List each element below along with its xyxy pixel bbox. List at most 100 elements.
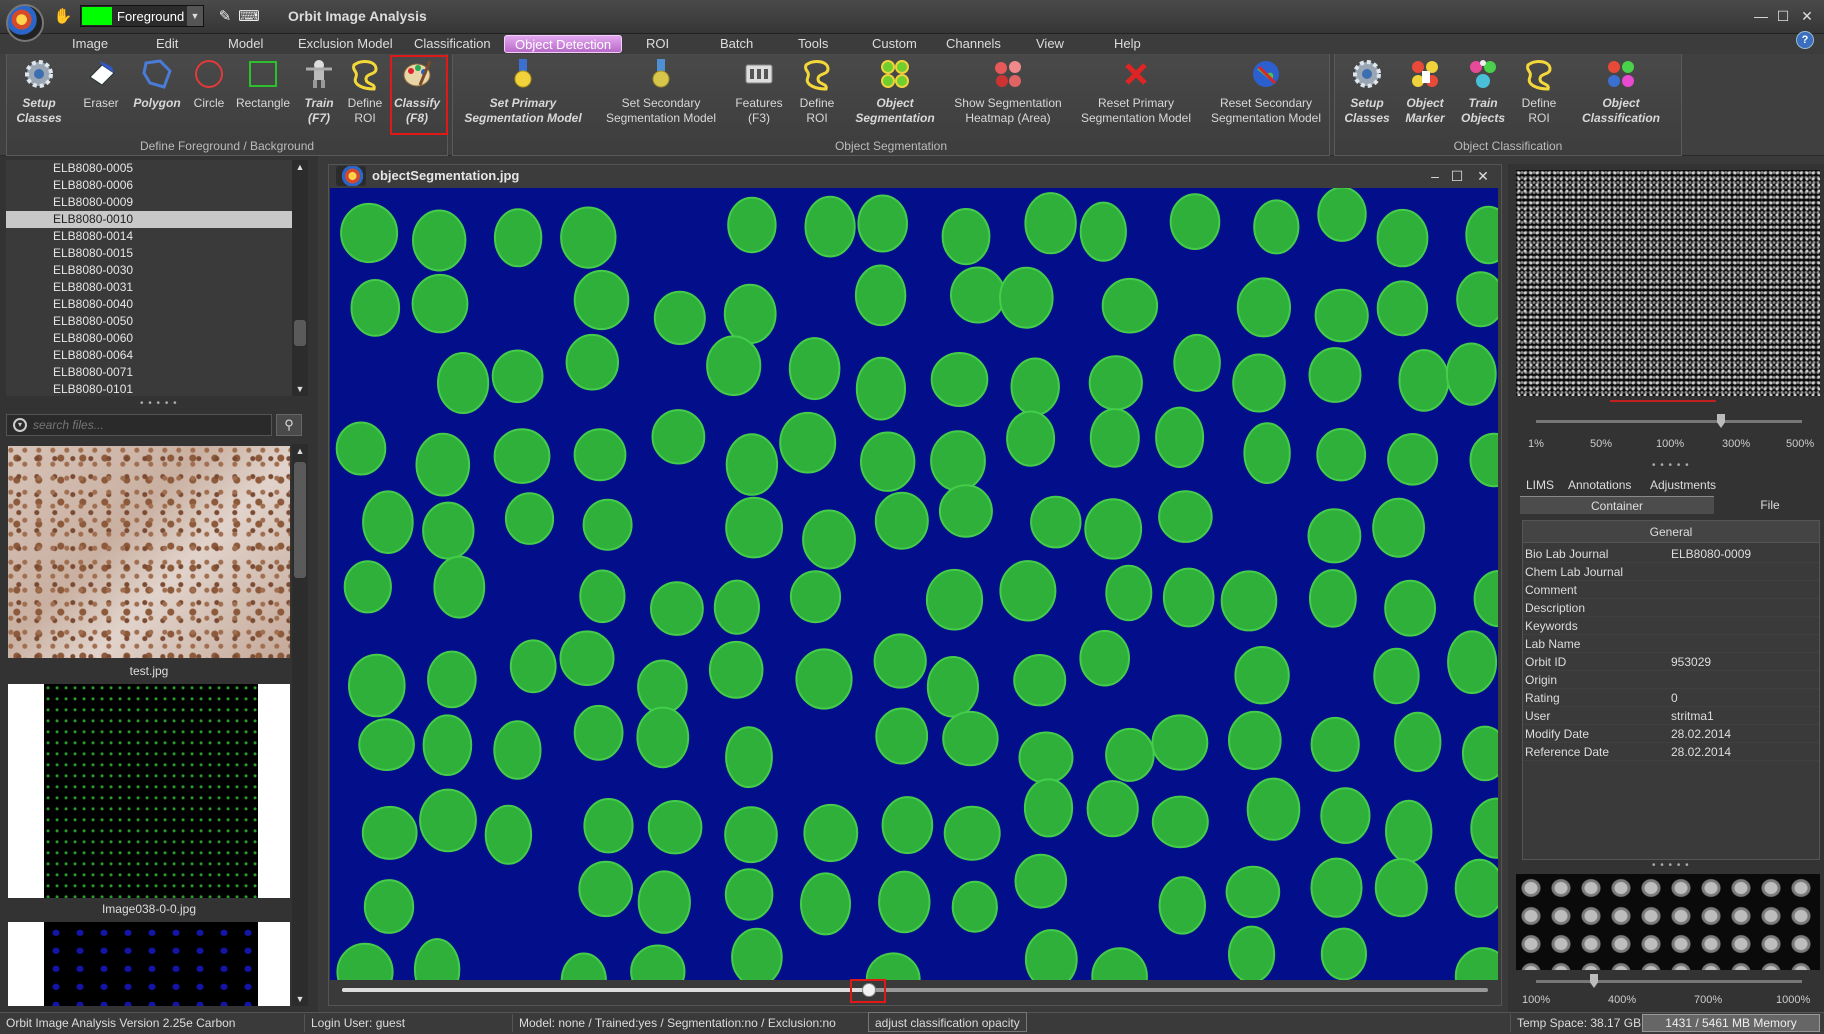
keyboard-icon[interactable]: ⌨ (238, 5, 260, 27)
tab-adjustments[interactable]: Adjustments (1644, 476, 1722, 494)
menu-edit[interactable]: Edit (146, 35, 188, 53)
property-row[interactable]: Orbit ID 953029 (1523, 653, 1819, 671)
file-list-item[interactable]: ELB8080-0005 (6, 160, 292, 177)
search-field[interactable]: ▾ (6, 414, 272, 436)
chevron-down-icon[interactable]: ▼ (187, 6, 203, 26)
segmentation-canvas[interactable] (330, 188, 1498, 980)
viewer-minimize-button[interactable]: – (1424, 166, 1446, 186)
property-row[interactable]: Reference Date 28.02.2014 (1523, 743, 1819, 761)
property-row[interactable]: Keywords (1523, 617, 1819, 635)
property-row[interactable]: Comment (1523, 581, 1819, 599)
property-row[interactable]: Bio Lab Journal ELB8080-0009 (1523, 545, 1819, 563)
maximize-button[interactable]: ☐ (1772, 6, 1794, 26)
splitter-handle[interactable]: • • • • • (1652, 460, 1690, 471)
class-selector[interactable]: Foreground ▼ (80, 5, 204, 27)
menu-exclusion-model[interactable]: Exclusion Model (288, 35, 403, 53)
file-list-item[interactable]: ELB8080-0014 (6, 228, 292, 245)
menu-view[interactable]: View (1026, 35, 1074, 53)
file-list-item[interactable]: ELB8080-0040 (6, 296, 292, 313)
object-classification-button[interactable]: Object Classification (1565, 56, 1677, 126)
hand-tool-icon[interactable]: ✋ (52, 5, 74, 27)
train-button[interactable]: Train (F7) (297, 56, 341, 126)
object-segmentation-button[interactable]: Object Segmentation (847, 56, 943, 126)
file-list-item[interactable]: ELB8080-0071 (6, 364, 292, 381)
file-list-item[interactable]: ELB8080-0064 (6, 347, 292, 364)
overview-image[interactable] (1516, 170, 1820, 396)
scroll-down-icon[interactable]: ▼ (293, 992, 307, 1006)
menu-tools[interactable]: Tools (788, 35, 838, 53)
set-primary-model-button[interactable]: Set Primary Segmentation Model (457, 56, 589, 126)
scroll-up-icon[interactable]: ▲ (293, 160, 307, 174)
close-button[interactable]: ✕ (1796, 6, 1818, 26)
minimap-image[interactable] (1516, 874, 1820, 970)
set-secondary-model-button[interactable]: Set Secondary Segmentation Model (595, 56, 727, 126)
minimap-zoom-slider[interactable] (1536, 980, 1802, 983)
file-list-item[interactable]: ELB8080-0009 (6, 194, 292, 211)
app-logo-icon[interactable] (6, 4, 44, 42)
thumbnail-image[interactable] (8, 446, 290, 658)
splitter-handle[interactable]: • • • • • (140, 398, 178, 409)
define-roi-button-2[interactable]: Define ROI (789, 56, 845, 126)
property-row[interactable]: Rating 0 (1523, 689, 1819, 707)
menu-batch[interactable]: Batch (710, 35, 763, 53)
file-list-item[interactable]: ELB8080-0006 (6, 177, 292, 194)
file-list-item[interactable]: ELB8080-0050 (6, 313, 292, 330)
polygon-button[interactable]: Polygon (129, 56, 185, 111)
eyedropper-icon[interactable]: ✎ (214, 5, 236, 27)
menu-model[interactable]: Model (218, 35, 273, 53)
rectangle-button[interactable]: Rectangle (233, 56, 293, 111)
eraser-button[interactable]: Eraser (73, 56, 129, 111)
menu-channels[interactable]: Channels (936, 35, 1011, 53)
file-list-scrollbar[interactable]: ▲ ▼ (292, 160, 308, 396)
scrollbar-thumb[interactable] (294, 462, 306, 578)
viewer-maximize-button[interactable]: ☐ (1446, 166, 1468, 186)
property-row[interactable]: Description (1523, 599, 1819, 617)
menu-help[interactable]: Help (1104, 35, 1151, 53)
train-objects-button[interactable]: Train Objects (1455, 56, 1511, 126)
property-row[interactable]: User stritma1 (1523, 707, 1819, 725)
viewer-close-button[interactable]: ✕ (1472, 166, 1494, 186)
reset-secondary-model-button[interactable]: Reset Secondary Segmentation Model (1203, 56, 1329, 126)
file-list-item[interactable]: ELB8080-0060 (6, 330, 292, 347)
menu-custom[interactable]: Custom (862, 35, 927, 53)
object-marker-button[interactable]: Object Marker (1397, 56, 1453, 126)
help-icon[interactable]: ? (1796, 31, 1814, 49)
tab-file[interactable]: File (1720, 496, 1820, 514)
property-row[interactable]: Origin (1523, 671, 1819, 689)
show-heatmap-button[interactable]: Show Segmentation Heatmap (Area) (945, 56, 1071, 126)
setup-classes-button[interactable]: Setup Classes (13, 56, 65, 126)
scrollbar-thumb[interactable] (294, 320, 306, 346)
tab-lims[interactable]: LIMS (1520, 476, 1560, 494)
menu-object-detection[interactable]: Object Detection (504, 35, 623, 53)
scroll-up-icon[interactable]: ▲ (293, 444, 307, 458)
menu-image[interactable]: Image (62, 35, 118, 53)
file-list-item[interactable]: ELB8080-0030 (6, 262, 292, 279)
circle-button[interactable]: Circle (185, 56, 233, 111)
setup-classes-button-2[interactable]: Setup Classes (1341, 56, 1393, 126)
features-button[interactable]: Features (F3) (729, 56, 789, 126)
zoom-slider[interactable] (1536, 420, 1802, 423)
thumbnail-image[interactable] (8, 684, 290, 898)
menu-classification[interactable]: Classification (404, 35, 501, 53)
tab-annotations[interactable]: Annotations (1562, 476, 1637, 494)
minimize-button[interactable]: — (1750, 6, 1772, 26)
reset-primary-model-button[interactable]: Reset Primary Segmentation Model (1073, 56, 1199, 126)
search-input[interactable] (33, 418, 253, 432)
menu-roi[interactable]: ROI (636, 35, 679, 53)
file-list-item-selected[interactable]: ELB8080-0010 (6, 211, 292, 228)
file-list-item[interactable]: ELB8080-0101 (6, 381, 292, 398)
splitter-handle[interactable]: • • • • • (1652, 860, 1690, 871)
property-row[interactable]: Chem Lab Journal (1523, 563, 1819, 581)
property-row[interactable]: Lab Name (1523, 635, 1819, 653)
define-roi-button-3[interactable]: Define ROI (1515, 56, 1563, 126)
file-list-item[interactable]: ELB8080-0015 (6, 245, 292, 262)
scroll-down-icon[interactable]: ▼ (293, 382, 307, 396)
property-row[interactable]: Modify Date 28.02.2014 (1523, 725, 1819, 743)
define-roi-button[interactable]: Define ROI (343, 56, 387, 126)
thumbnail-image[interactable] (8, 922, 290, 1006)
tab-container[interactable]: Container (1520, 496, 1714, 514)
thumbnail-scrollbar[interactable]: ▲ ▼ (292, 444, 308, 1006)
search-button[interactable]: ⚲ (276, 414, 302, 436)
search-options-icon[interactable]: ▾ (13, 418, 27, 432)
file-list-item[interactable]: ELB8080-0031 (6, 279, 292, 296)
